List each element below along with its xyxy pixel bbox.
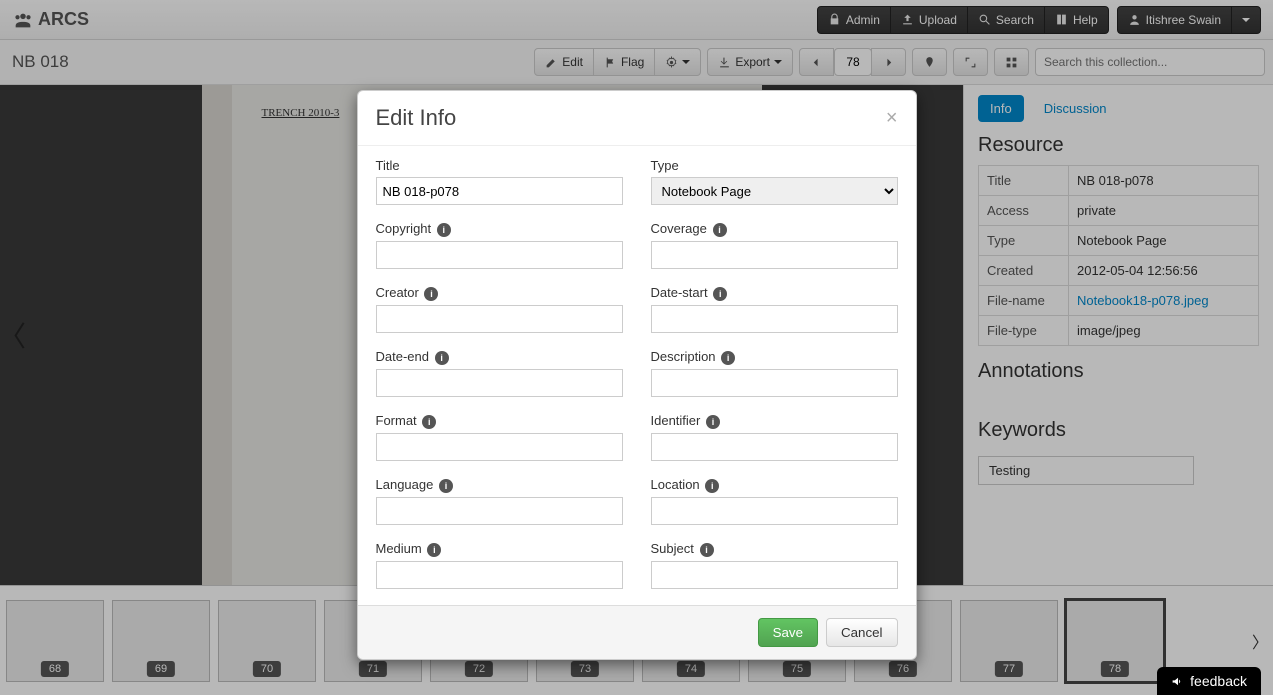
subject-label: Subject i — [651, 541, 898, 557]
format-label: Format i — [376, 413, 623, 429]
identifier-input[interactable] — [651, 433, 898, 461]
creator-input[interactable] — [376, 305, 623, 333]
language-input[interactable] — [376, 497, 623, 525]
type-label: Type — [651, 158, 898, 173]
modal-title: Edit Info — [376, 105, 886, 131]
location-label: Location i — [651, 477, 898, 493]
location-input[interactable] — [651, 497, 898, 525]
info-icon[interactable]: i — [437, 223, 451, 237]
info-icon[interactable]: i — [422, 415, 436, 429]
format-input[interactable] — [376, 433, 623, 461]
info-icon[interactable]: i — [705, 479, 719, 493]
language-label: Language i — [376, 477, 623, 493]
megaphone-icon — [1171, 675, 1184, 688]
modal-close-button[interactable]: × — [886, 107, 898, 130]
save-button[interactable]: Save — [758, 618, 818, 647]
title-label: Title — [376, 158, 623, 173]
medium-input[interactable] — [376, 561, 623, 589]
date-end-input[interactable] — [376, 369, 623, 397]
info-icon[interactable]: i — [435, 351, 449, 365]
info-icon[interactable]: i — [713, 287, 727, 301]
date-start-label: Date-start i — [651, 285, 898, 301]
copyright-input[interactable] — [376, 241, 623, 269]
info-icon[interactable]: i — [713, 223, 727, 237]
info-icon[interactable]: i — [424, 287, 438, 301]
info-icon[interactable]: i — [721, 351, 735, 365]
info-icon[interactable]: i — [706, 415, 720, 429]
copyright-label: Copyright i — [376, 221, 623, 237]
description-input[interactable] — [651, 369, 898, 397]
creator-label: Creator i — [376, 285, 623, 301]
title-input[interactable] — [376, 177, 623, 205]
cancel-button[interactable]: Cancel — [826, 618, 898, 647]
edit-info-modal: Edit Info × Title Type Notebook Page Copy… — [357, 90, 917, 660]
date-start-input[interactable] — [651, 305, 898, 333]
description-label: Description i — [651, 349, 898, 365]
info-icon[interactable]: i — [427, 543, 441, 557]
coverage-input[interactable] — [651, 241, 898, 269]
info-icon[interactable]: i — [700, 543, 714, 557]
medium-label: Medium i — [376, 541, 623, 557]
type-select[interactable]: Notebook Page — [651, 177, 898, 205]
info-icon[interactable]: i — [439, 479, 453, 493]
feedback-tab[interactable]: feedback — [1157, 667, 1261, 695]
identifier-label: Identifier i — [651, 413, 898, 429]
coverage-label: Coverage i — [651, 221, 898, 237]
subject-input[interactable] — [651, 561, 898, 589]
date-end-label: Date-end i — [376, 349, 623, 365]
